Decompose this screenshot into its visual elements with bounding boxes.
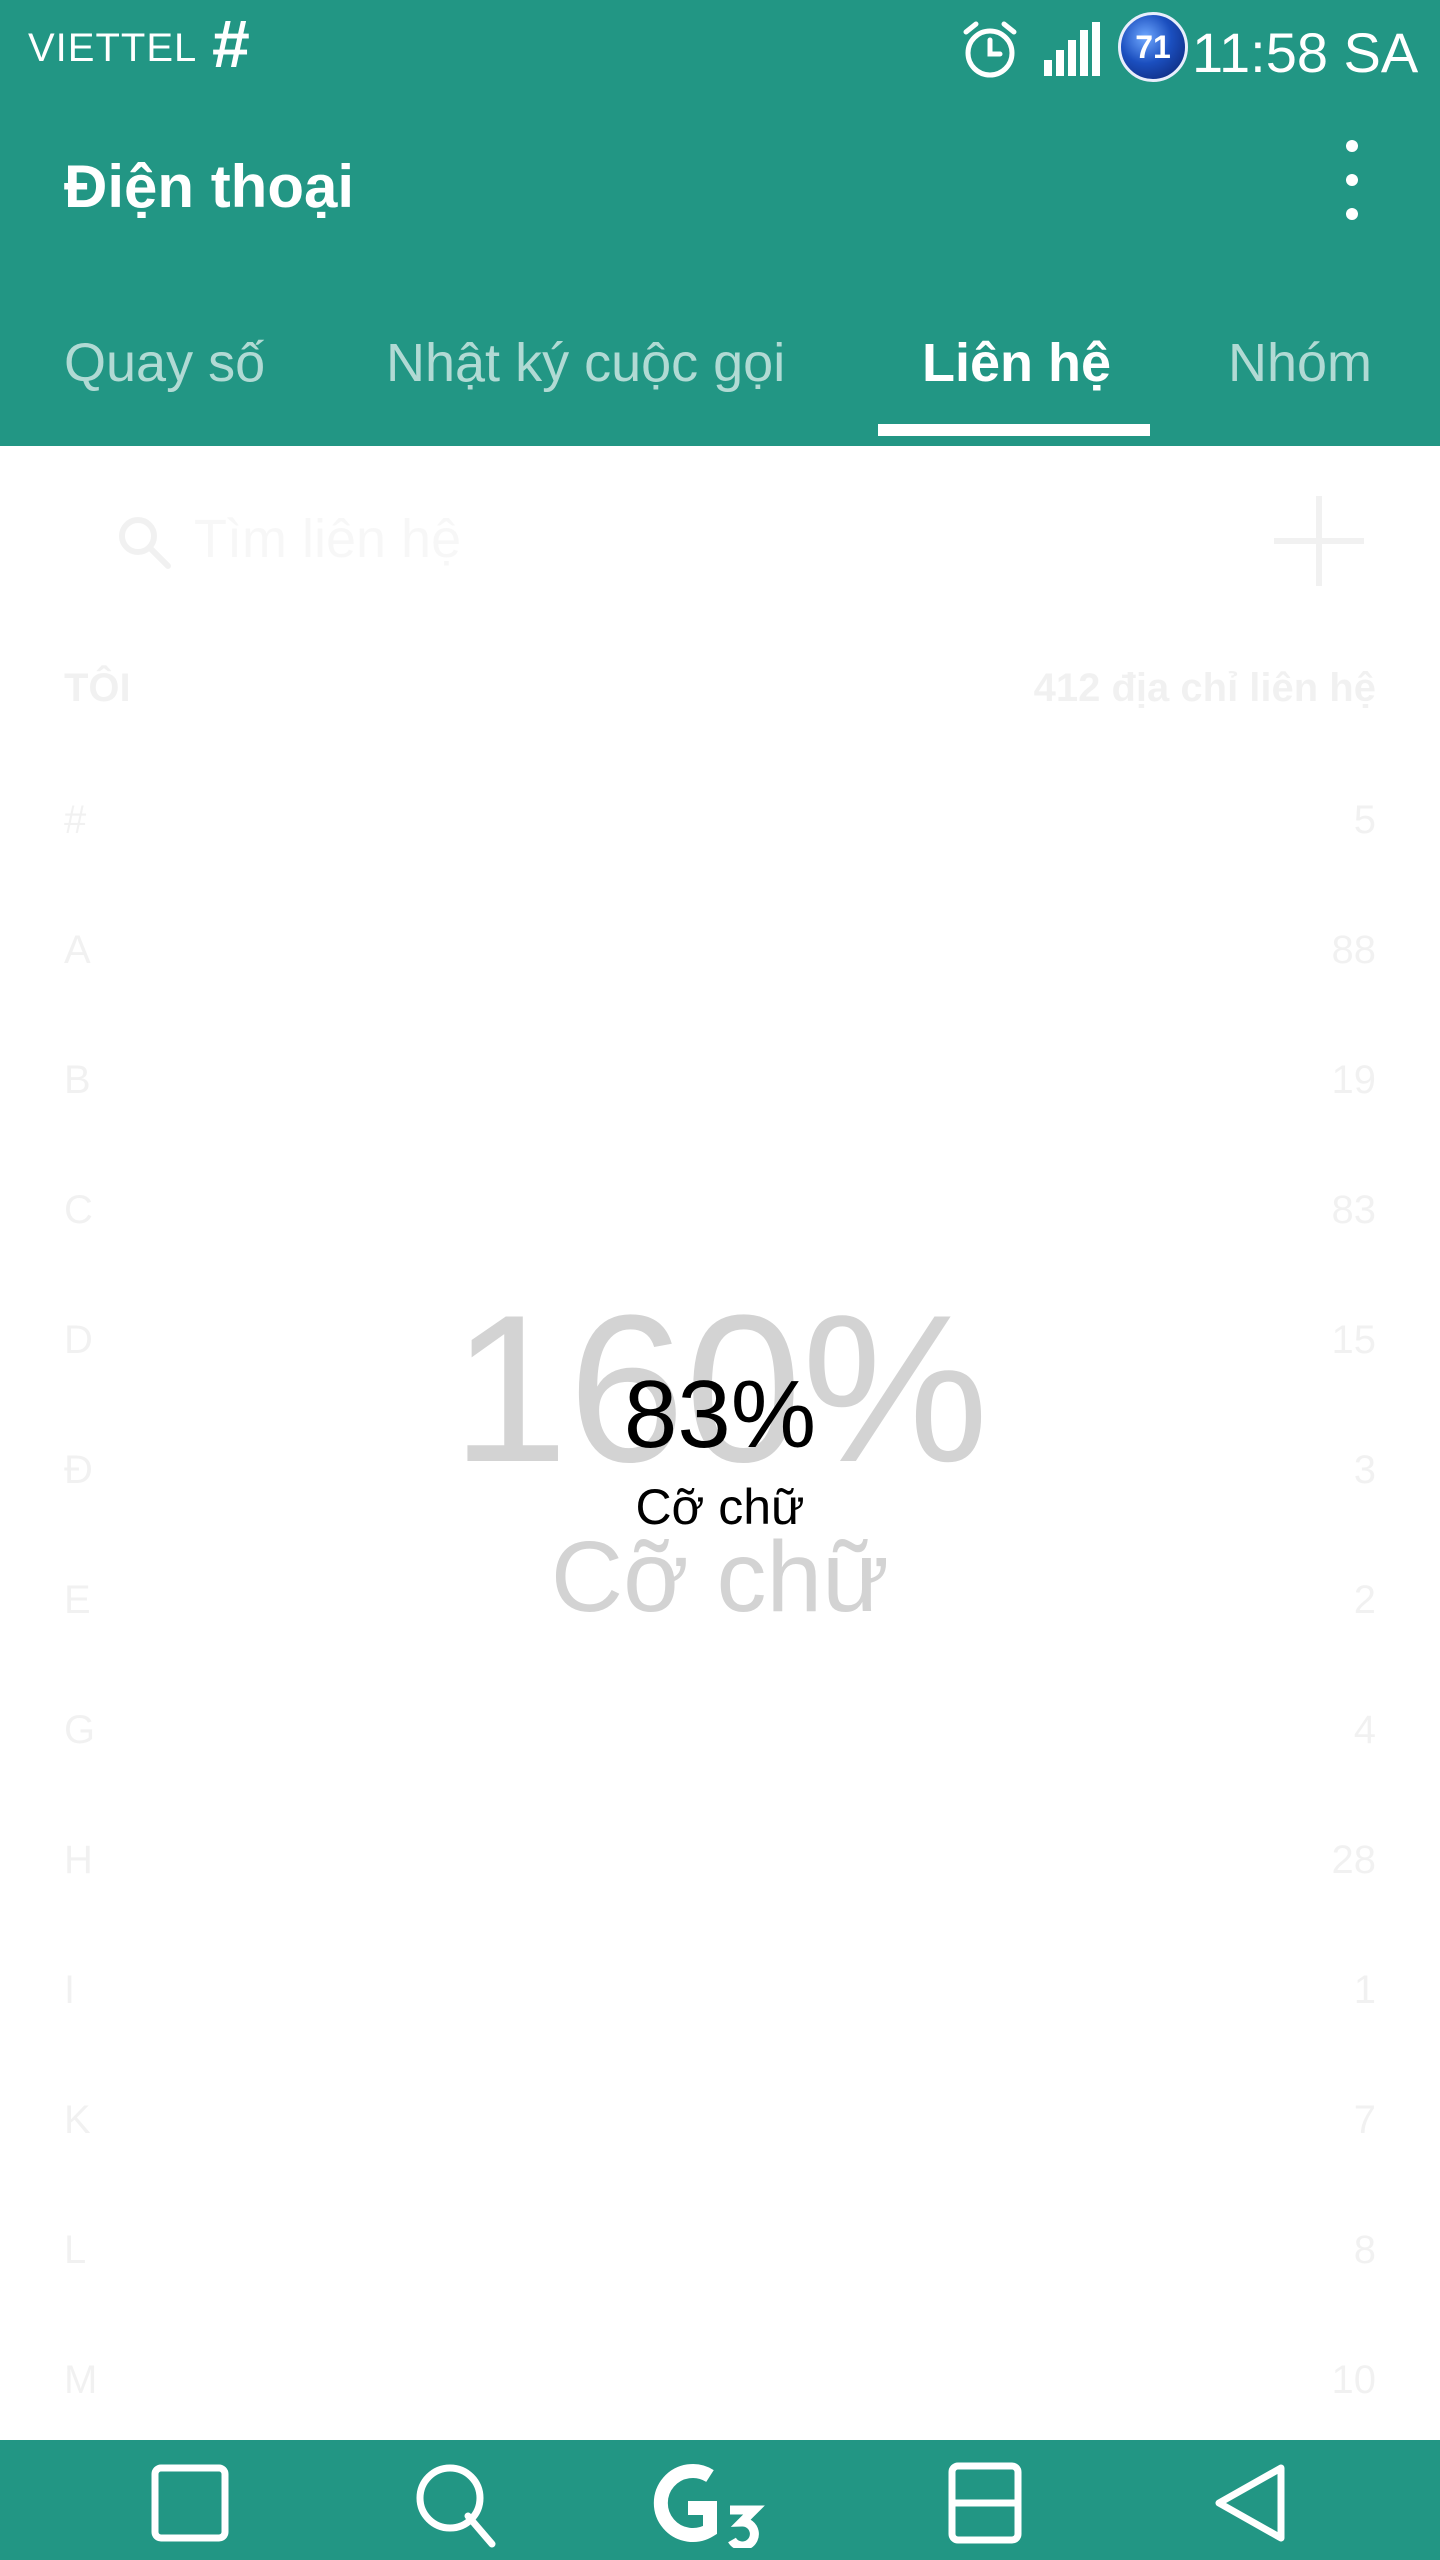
text-size-ghost-label: Cỡ chữ <box>550 1521 890 1633</box>
index-row[interactable]: #5 <box>64 798 1376 843</box>
index-letter: B <box>64 1058 91 1102</box>
index-count: 8 <box>1353 2228 1376 2272</box>
index-row[interactable]: L8 <box>64 2228 1376 2273</box>
index-count: 5 <box>1353 798 1376 842</box>
index-row[interactable]: H 28 <box>64 1838 1376 1883</box>
hash-icon: # <box>212 6 250 82</box>
app-title: Điện thoại <box>64 153 355 220</box>
index-letter: # <box>64 798 87 842</box>
add-contact-icon[interactable] <box>1264 486 1374 596</box>
search-icon <box>119 517 171 569</box>
navigation-bar <box>0 2440 1440 2560</box>
search-bar[interactable] <box>64 486 1376 596</box>
contact-total: 412 địa chỉ liên hệ <box>1033 666 1376 710</box>
index-letter: K <box>64 2098 91 2142</box>
tab-dialer[interactable]: Quay số <box>64 332 265 394</box>
status-bar: VIETTEL # 71 11:58 SA <box>0 0 1440 100</box>
index-count: 7 <box>1353 2098 1376 2142</box>
index-letter: C <box>64 1188 93 1232</box>
index-letter: I <box>64 1968 76 2012</box>
index-count: 1 <box>1353 1968 1376 2012</box>
me-label: TÔI <box>64 666 131 710</box>
index-count: 19 <box>1331 1058 1377 1102</box>
index-letter: M <box>64 2358 98 2402</box>
home-g3-icon[interactable] <box>648 2458 788 2548</box>
back-icon[interactable] <box>1205 2458 1295 2548</box>
tab-bar: Quay số Nhật ký cuộc gọi Liên hệ Nhóm <box>0 320 1440 446</box>
index-count: 4 <box>1353 1708 1376 1752</box>
alarm-icon <box>963 21 1017 78</box>
notification-badge: 71 <box>1118 12 1188 82</box>
search-input[interactable] <box>194 508 889 570</box>
text-size-label: Cỡ chữ <box>635 1479 805 1535</box>
status-time: 11:58 SA <box>1192 21 1419 84</box>
tab-contacts[interactable]: Liên hệ <box>922 332 1111 394</box>
index-letter: L <box>64 2228 87 2272</box>
carrier-label: VIETTEL <box>28 26 198 70</box>
index-row[interactable]: M 10 <box>64 2358 1376 2403</box>
tab-call-log[interactable]: Nhật ký cuộc gọi <box>386 332 785 394</box>
index-row[interactable]: K7 <box>64 2098 1376 2143</box>
signal-icon <box>1044 22 1100 76</box>
index-count: 83 <box>1331 1188 1377 1232</box>
index-letter: H <box>64 1838 93 1882</box>
index-row[interactable]: G4 <box>64 1708 1376 1753</box>
index-row[interactable]: C 83 <box>64 1188 1376 1233</box>
index-row[interactable]: I1 <box>64 1968 1376 2013</box>
tab-indicator <box>878 424 1150 436</box>
tab-groups[interactable]: Nhóm <box>1228 332 1372 394</box>
search-nav-icon[interactable] <box>410 2458 500 2548</box>
index-row[interactable]: B 19 <box>64 1058 1376 1103</box>
index-count: 88 <box>1331 928 1377 972</box>
me-row[interactable]: TÔI 412 địa chỉ liên hệ <box>64 666 1376 711</box>
overflow-menu-icon[interactable] <box>1332 140 1372 230</box>
app-bar: Điện thoại Quay số Nhật ký cuộc gọi Liên… <box>0 100 1440 446</box>
index-row[interactable]: A 88 <box>64 928 1376 973</box>
index-count: 10 <box>1331 2358 1377 2402</box>
index-count: 28 <box>1331 1838 1377 1882</box>
text-size-value: 83% <box>623 1361 817 1468</box>
index-letter: G <box>64 1708 96 1752</box>
recent-apps-icon[interactable] <box>145 2458 235 2548</box>
dual-window-icon[interactable] <box>940 2458 1030 2548</box>
index-letter: A <box>64 928 91 972</box>
